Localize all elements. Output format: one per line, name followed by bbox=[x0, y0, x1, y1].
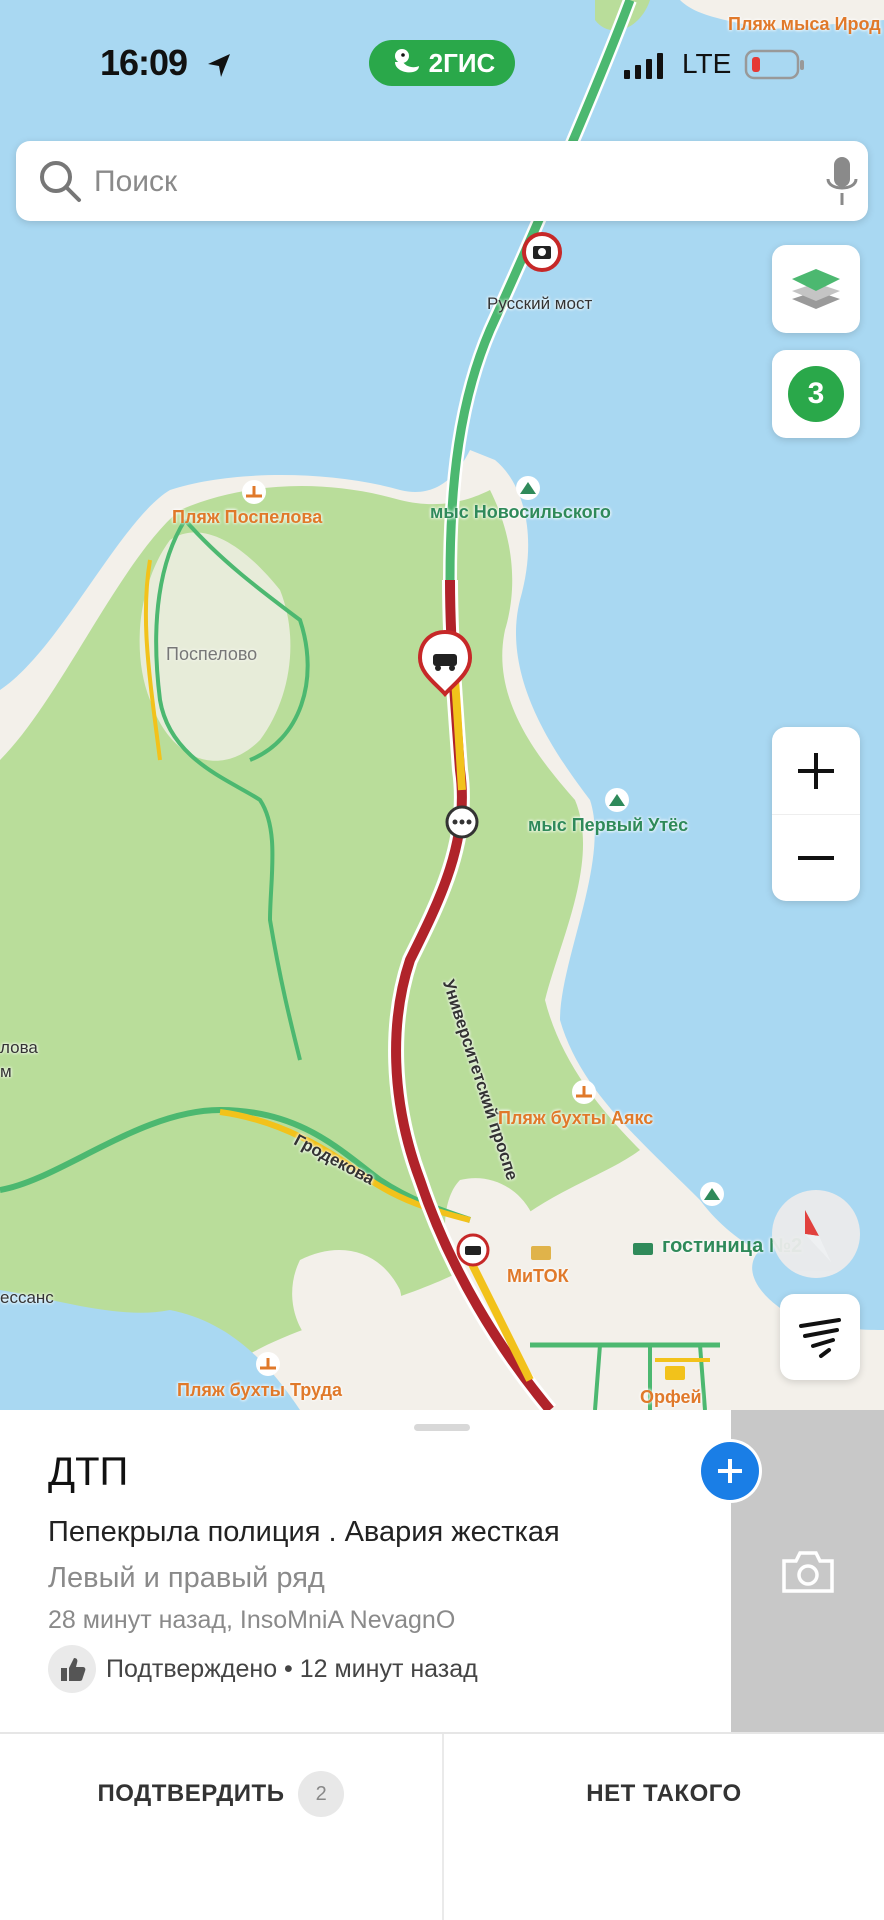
hotel-icon bbox=[633, 1243, 653, 1255]
search-input[interactable] bbox=[92, 159, 756, 205]
cape-icon-2 bbox=[605, 788, 629, 812]
accident-marker-small-icon[interactable] bbox=[455, 1232, 491, 1268]
layers-icon bbox=[792, 269, 840, 309]
map-label-pospelovo[interactable]: Поспелово bbox=[166, 644, 257, 665]
reject-button[interactable]: НЕТ ТАКОГО bbox=[444, 1734, 884, 1854]
network-type: LTE bbox=[682, 48, 732, 79]
compass-button[interactable] bbox=[772, 1190, 860, 1278]
cape-icon bbox=[516, 476, 540, 500]
status-bar: 16:09 2ГИС LTE bbox=[0, 0, 884, 130]
map-label-beach-truda[interactable]: Пляж бухты Труда bbox=[177, 1380, 342, 1401]
map-label-bridge[interactable]: Русский мост bbox=[487, 294, 592, 314]
plus-icon bbox=[718, 1459, 742, 1483]
map-label-beach-ajax[interactable]: Пляж бухты Аякс bbox=[498, 1108, 653, 1129]
add-comment-button[interactable] bbox=[701, 1442, 759, 1500]
confirmation-row: Подтверждено • 12 минут назад bbox=[48, 1644, 478, 1694]
route-icon bbox=[799, 1318, 841, 1358]
map-label-mitok[interactable]: МиТОК bbox=[507, 1266, 569, 1287]
layers-button[interactable] bbox=[772, 245, 860, 333]
duck-logo-icon bbox=[394, 49, 419, 73]
location-arrow-icon bbox=[208, 54, 230, 77]
incident-sheet: ДТП Пепекрыла полиция . Авария жесткая Л… bbox=[0, 1410, 884, 1920]
incident-description: Пепекрыла полиция . Авария жесткая bbox=[48, 1516, 560, 1548]
sheet-handle[interactable] bbox=[414, 1424, 470, 1431]
incident-lanes: Левый и правый ряд bbox=[48, 1562, 325, 1594]
zoom-out-button[interactable] bbox=[772, 815, 860, 901]
beach-icon-3 bbox=[256, 1352, 280, 1376]
camera-marker-icon[interactable] bbox=[520, 230, 564, 274]
beach-icon-2 bbox=[572, 1080, 596, 1104]
signal-icon bbox=[624, 53, 663, 79]
app-logo-text: 2ГИС bbox=[428, 47, 496, 78]
plus-icon bbox=[798, 752, 834, 789]
comment-marker-icon[interactable] bbox=[444, 804, 480, 840]
map-label-left-edge-1: лова bbox=[0, 1038, 38, 1057]
incident-title: ДТП bbox=[48, 1450, 129, 1494]
traffic-level-badge: 3 bbox=[788, 366, 844, 422]
battery-icon bbox=[744, 49, 804, 80]
search-bar[interactable] bbox=[16, 141, 868, 221]
beach-icon bbox=[242, 480, 266, 504]
traffic-level-button[interactable]: 3 bbox=[772, 350, 860, 438]
map-label-left-edge-2: м bbox=[0, 1062, 12, 1081]
reject-label: НЕТ ТАКОГО bbox=[586, 1780, 742, 1807]
minus-icon bbox=[798, 855, 834, 860]
map-label-beach-pospelova[interactable]: Пляж Поспелова bbox=[172, 507, 322, 528]
park-icon bbox=[700, 1182, 724, 1206]
route-button[interactable] bbox=[780, 1294, 860, 1380]
confirmation-text: Подтверждено • 12 минут назад bbox=[106, 1654, 478, 1683]
map-label-left-edge-3: ессанс bbox=[0, 1288, 54, 1307]
accident-marker-icon[interactable] bbox=[415, 628, 475, 698]
microphone-icon[interactable] bbox=[824, 155, 860, 209]
confirm-label: ПОДТВЕРДИТЬ bbox=[97, 1780, 285, 1807]
search-icon bbox=[40, 161, 81, 202]
compass-icon bbox=[805, 1210, 831, 1262]
map-label-orfey[interactable]: Орфей bbox=[640, 1387, 702, 1408]
confirm-button[interactable]: ПОДТВЕРДИТЬ 2 bbox=[0, 1734, 442, 1854]
map-label-cape-first-cliff[interactable]: мыс Первый Утёс bbox=[528, 815, 688, 836]
zoom-controls bbox=[772, 727, 860, 901]
camera-icon bbox=[781, 1551, 834, 1593]
confirm-count-badge: 2 bbox=[298, 1771, 345, 1817]
incident-meta: 28 минут назад, InsoMniA NevagnO bbox=[48, 1606, 456, 1634]
hotel-icon-2 bbox=[665, 1366, 685, 1380]
university-icon bbox=[531, 1246, 551, 1260]
status-time: 16:09 bbox=[100, 42, 188, 83]
zoom-in-button[interactable] bbox=[772, 728, 860, 815]
app-logo-badge: 2ГИС bbox=[369, 40, 515, 86]
thumbs-up-icon bbox=[48, 1645, 96, 1693]
map-label-cape-novosil[interactable]: мыс Новосильского bbox=[430, 502, 611, 523]
